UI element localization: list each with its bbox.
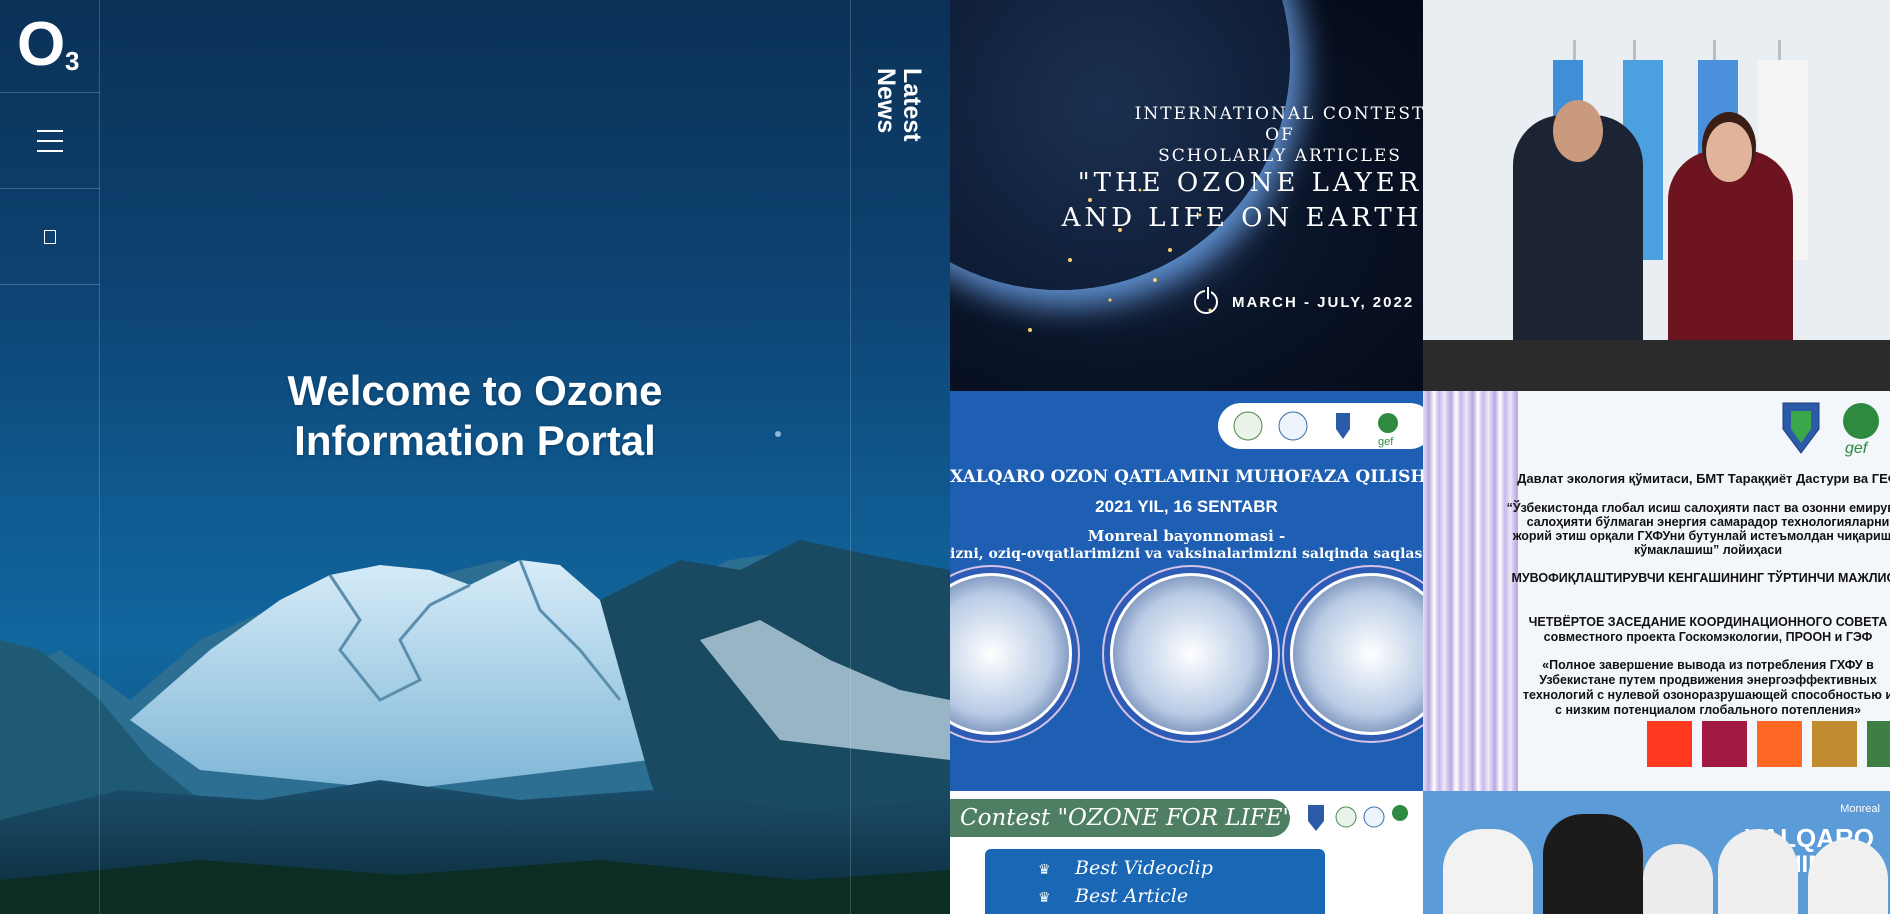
council-heading-ru-line1: ЧЕТВЁРТОЕ ЗАСЕДАНИЕ КООРДИНАЦИОННОГО СОВ…	[1528, 615, 1888, 629]
person-child-3	[1718, 829, 1798, 914]
option-best-article: Best Article	[1075, 885, 1189, 907]
ozone-day-title: XALQARO OZON QATLAMINI MUHOFAZA QILISH K…	[950, 467, 1423, 487]
news-tile-award-ceremony[interactable]: Monreal XALQARO HIMOYA KU	[1423, 791, 1890, 914]
council-heading-uz: МУВОФИҚЛАШТИРУВЧИ КЕНГАШИНИНГ ТЎРТИНЧИ М…	[1511, 571, 1890, 585]
option-best-videoclip: Best Videoclip	[1075, 857, 1213, 879]
penguins-image	[1110, 573, 1272, 735]
person-child-2	[1643, 844, 1713, 914]
sdg-9-icon	[1757, 721, 1802, 767]
left-rail: O 3	[0, 0, 100, 914]
logo-letter: O	[17, 10, 66, 79]
news-tile-signing-photo[interactable]	[1423, 0, 1890, 391]
person-child-4	[1808, 839, 1888, 914]
council-project-ru-line3: технологий с нулевой озоноразрушающей сп…	[1522, 688, 1890, 702]
person-woman-head	[1706, 122, 1752, 182]
council-heading-ru: ЧЕТВЁРТОЕ ЗАСЕДАНИЕ КООРДИНАЦИОННОГО СОВ…	[1503, 615, 1890, 645]
trophy-icon: ♛	[1038, 889, 1051, 905]
site-logo[interactable]: O 3	[0, 0, 100, 93]
contest-subtitle: INTERNATIONAL CONTEST OF SCHOLARLY ARTIC…	[1120, 104, 1423, 167]
council-project-ru-line1: «Полное завершение вывода из потребления…	[1542, 658, 1874, 672]
hero-title-line1: Welcome to Ozone	[287, 367, 663, 414]
ozone-day-subtitle: Monreal bayonnomasi -	[1087, 527, 1286, 545]
hero-title-line2: Information Portal	[294, 417, 656, 464]
council-project-ru: «Полное завершение вывода из потребления…	[1503, 658, 1890, 718]
gef-logos: gef	[1782, 402, 1879, 457]
council-project-uz-line4: кўмаклашиш” лойиҳаси	[1633, 543, 1783, 557]
council-heading-ru-line2: совместного проекта Госкомэкологии, ПРОО…	[1543, 630, 1873, 644]
food-market-image	[950, 573, 1072, 735]
contest-subtitle-line1: INTERNATIONAL CONTEST OF	[1134, 104, 1423, 145]
contest-dates: MARCH - JULY, 2022	[1194, 287, 1415, 314]
council-project-uz: “Ўзбекистонда глобал исиш салоҳияти паст…	[1503, 501, 1890, 557]
news-tile-ozone-day[interactable]: gef XALQARO OZON QATLAMINI MUHOFAZA QILI…	[950, 391, 1423, 791]
contest-subtitle-line2: SCHOLARLY ARTICLES	[1158, 146, 1402, 166]
news-tile-ozone-for-life[interactable]: Contest "OZONE FOR LIFE" ♛ Best Videocli…	[950, 791, 1423, 914]
council-project-ru-line4: с низким потенциалом глобального потепле…	[1555, 703, 1861, 717]
news-tile-scholarly-contest[interactable]: INTERNATIONAL CONTEST OF SCHOLARLY ARTIC…	[950, 0, 1423, 391]
partner-logos-icons: gef	[1233, 411, 1398, 448]
svg-text:gef: gef	[1378, 436, 1394, 448]
person-teacher	[1543, 814, 1643, 914]
ozone-day-date: 2021 YIL, 16 SENTABR	[1095, 497, 1278, 516]
latest-news-band: Latest News	[850, 0, 950, 914]
sdg-5-icon	[1647, 721, 1692, 767]
logo-subscript: 3	[65, 46, 80, 76]
vaccine-image	[1290, 573, 1423, 735]
ozone-for-life-title: Contest "OZONE FOR LIFE"	[960, 805, 1294, 831]
contest-dates-text: MARCH - JULY, 2022	[1232, 293, 1415, 311]
council-project-uz-line2: салоҳияти бўлмаган энергия самарадор тех…	[1526, 515, 1890, 529]
person-girl-1	[1443, 829, 1533, 914]
council-project-uz-line1: “Ўзбекистонда глобал исиш салоҳияти паст…	[1506, 501, 1890, 515]
contest-title: "THE OZONE LAYER AND LIFE ON EARTH"	[1050, 166, 1423, 236]
council-project-uz-line3: жорий этиш орқали ГХФУни бутунлай истеъм…	[1512, 529, 1890, 543]
latest-news-link[interactable]: Latest News	[872, 68, 926, 142]
contest-title-line1: "THE OZONE LAYER	[1077, 168, 1423, 198]
person-man-head	[1553, 100, 1603, 162]
sdg-12-icon	[1812, 721, 1857, 767]
hero-title: Welcome to Ozone Information Portal	[230, 366, 720, 466]
ozone-day-tagline: izni, oziq-ovqatlarimizni va vaksinalari…	[950, 546, 1423, 562]
latest-news-label-line2: News	[872, 68, 900, 134]
latest-news-label-line1: Latest	[898, 68, 926, 142]
council-org: Давлат экология қўмитаси, БМТ Тараққиёт …	[1517, 471, 1890, 486]
o3-logo[interactable]: O 3	[15, 10, 85, 79]
contest-title-line2: AND LIFE ON EARTH"	[1061, 203, 1423, 233]
square-icon[interactable]	[44, 229, 56, 244]
power-icon	[1194, 287, 1218, 314]
ikat-pattern	[1423, 391, 1518, 791]
partner-logos-small	[1308, 805, 1408, 831]
sdg-13-icon	[1867, 721, 1890, 767]
banner-label: Monreal	[1840, 803, 1880, 815]
sdg-8-icon	[1702, 721, 1747, 767]
menu-cell[interactable]	[0, 93, 100, 189]
trophy-icon: ♛	[1038, 861, 1051, 877]
hamburger-menu-icon[interactable]	[37, 129, 63, 152]
council-project-ru-line2: Узбекистане путем продвижения энергоэффе…	[1539, 673, 1877, 687]
square-cell[interactable]	[0, 189, 100, 285]
svg-text:gef: gef	[1845, 440, 1869, 457]
signing-table	[1423, 340, 1890, 391]
partner-logos: gef	[1218, 403, 1423, 449]
news-tile-coordination-council[interactable]: gef Давлат экология қўмитаси, БМТ Тараққ…	[1423, 391, 1890, 791]
